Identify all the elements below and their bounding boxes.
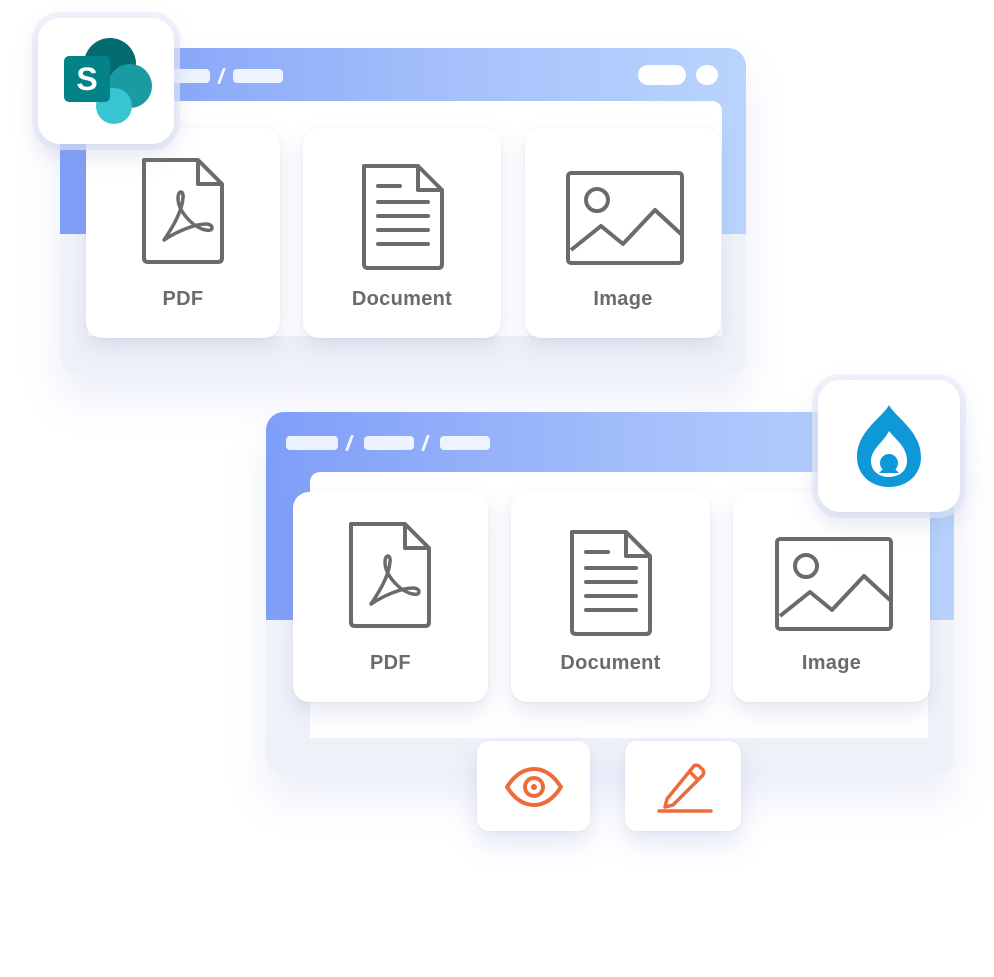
file-card-label: Image [801,652,862,674]
file-card-image[interactable]: Image [733,492,930,702]
document-file-icon [570,530,652,636]
file-card-pdf[interactable]: PDF [86,128,280,338]
file-card-label: Document [351,288,453,310]
breadcrumb-segment[interactable] [170,69,210,83]
file-card-image[interactable]: Image [525,128,721,338]
file-card-pdf[interactable]: PDF [293,492,488,702]
drupal-logo-icon [857,405,921,487]
sharepoint-logo-icon: S [64,38,152,124]
breadcrumb-segment[interactable] [286,436,338,450]
image-file-icon [566,171,684,265]
file-card-label: PDF [162,288,204,310]
file-card-document[interactable]: Document [303,128,501,338]
drupal-app-badge[interactable] [818,380,960,512]
file-card-label: PDF [370,652,411,674]
breadcrumb-segment[interactable] [233,69,283,83]
view-button[interactable] [477,741,590,831]
sharepoint-logo-letter: S [76,61,97,97]
sharepoint-app-badge[interactable]: S [38,18,174,144]
window-control-dot[interactable] [696,65,718,85]
image-file-icon [775,537,893,631]
file-card-label: Image [593,288,653,310]
breadcrumb-segment[interactable] [364,436,414,450]
document-file-icon [362,164,444,270]
edit-button[interactable] [625,741,741,831]
file-card-label: Document [560,652,661,674]
pdf-file-icon [142,158,224,264]
pdf-file-icon [349,522,431,628]
file-card-document[interactable]: Document [511,492,710,702]
window-control-pill[interactable] [638,65,686,85]
breadcrumb-segment[interactable] [440,436,490,450]
pencil-icon [657,763,713,813]
eye-icon [505,767,563,807]
